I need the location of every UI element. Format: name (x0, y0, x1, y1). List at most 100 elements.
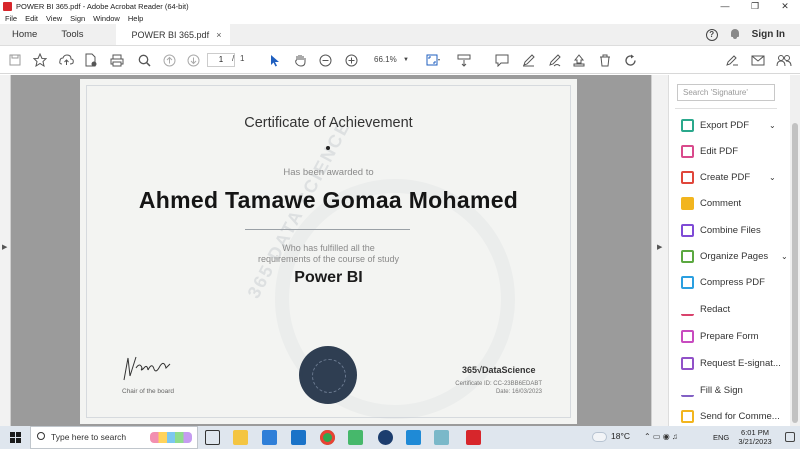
sign-in-button[interactable]: Sign In (752, 29, 785, 40)
tool-label: Export PDF (700, 119, 750, 131)
tool-organize-pages[interactable]: Organize Pages ⌄ (681, 248, 791, 264)
window-controls: — ❐ ✕ (710, 0, 800, 13)
email-icon[interactable] (750, 52, 766, 68)
input-language[interactable]: ENG (713, 433, 729, 442)
tab-tools[interactable]: Tools (49, 24, 95, 45)
menu-window[interactable]: Window (93, 14, 120, 23)
temperature[interactable]: 18°C (611, 431, 630, 441)
upload-cloud-icon[interactable] (58, 52, 74, 68)
taskbar-search-input[interactable]: Type here to search (30, 426, 198, 449)
app-icon-3[interactable] (434, 430, 449, 445)
menu-edit[interactable]: Edit (25, 14, 38, 23)
send-for-comments-icon (681, 409, 694, 423)
link-edit-icon[interactable] (724, 52, 740, 68)
maximize-button[interactable]: ❐ (740, 0, 770, 13)
app-icon-2[interactable] (378, 430, 393, 445)
awarded-text: Has been awarded to (283, 167, 374, 178)
tool-request-esignature[interactable]: Request E-signat... (681, 355, 791, 371)
close-window-button[interactable]: ✕ (770, 0, 800, 13)
menu-bar: File Edit View Sign Window Help (0, 13, 800, 24)
certificate-title: Certificate of Achievement (244, 115, 413, 131)
chevron-down-icon[interactable]: ⌄ (781, 252, 788, 261)
app-icon[interactable] (348, 430, 363, 445)
bookmark-star-icon[interactable] (33, 52, 47, 68)
menu-view[interactable]: View (46, 14, 62, 23)
create-pdf-icon[interactable] (84, 52, 98, 68)
comment-icon (681, 196, 694, 210)
tool-prepare-form[interactable]: Prepare Form (681, 328, 791, 344)
page-display-icon[interactable] (456, 52, 472, 68)
course-name: Power BI (294, 269, 363, 286)
windows-start-icon[interactable] (10, 432, 21, 443)
comment-icon[interactable] (494, 52, 510, 68)
file-explorer-icon[interactable] (233, 430, 248, 445)
menu-sign[interactable]: Sign (70, 14, 85, 23)
tool-send-for-comments[interactable]: Send for Comme... (681, 408, 791, 424)
chevron-down-icon[interactable]: ⌄ (769, 121, 776, 130)
help-icon[interactable]: ? (705, 28, 718, 41)
fulfilled-line-1: Who has fulfilled all the (282, 243, 375, 253)
tools-panel-scrollbar[interactable] (790, 75, 800, 426)
tools-search-input[interactable]: Search 'Signature' (677, 84, 775, 101)
hand-tool-icon[interactable] (292, 52, 308, 68)
title-dot (326, 146, 330, 150)
tool-comment[interactable]: Comment (681, 195, 791, 211)
notification-center-icon[interactable] (785, 432, 795, 442)
acrobat-app-icon (3, 2, 12, 11)
task-view-icon[interactable] (205, 430, 220, 445)
system-tray-icons[interactable]: ⌃ ▭ ◉ ♫ (644, 432, 678, 441)
brand-logo: 365√DataScience (462, 365, 536, 375)
tool-label: Edit PDF (700, 145, 739, 157)
print-icon[interactable] (109, 52, 125, 68)
page-number-input[interactable]: 1 (207, 53, 235, 67)
request-esignature-icon (681, 356, 694, 370)
microsoft-store-icon[interactable] (262, 430, 277, 445)
clock[interactable]: 6:01 PM 3/21/2023 (735, 428, 775, 446)
tool-export-pdf[interactable]: Export PDF ⌄ (681, 117, 791, 133)
tool-combine-files[interactable]: Combine Files (681, 222, 791, 238)
search-icon[interactable] (136, 52, 152, 68)
zoom-level-select[interactable]: 66.1% ▼ (368, 53, 412, 67)
draw-icon[interactable] (546, 52, 562, 68)
tab-home[interactable]: Home (0, 24, 49, 45)
chrome-icon[interactable] (320, 430, 335, 445)
tool-fill-sign[interactable]: Fill & Sign (681, 382, 791, 398)
select-cursor-icon[interactable] (268, 52, 282, 68)
zoom-in-icon[interactable] (344, 52, 358, 68)
taskbar-search-placeholder: Type here to search (51, 432, 127, 442)
minimize-button[interactable]: — (710, 0, 740, 13)
rotate-icon[interactable] (622, 52, 638, 68)
collapse-right-panel-icon[interactable]: ▶ (657, 243, 662, 251)
save-icon[interactable] (8, 52, 22, 68)
expand-left-panel-icon[interactable]: ▶ (2, 243, 7, 251)
menu-file[interactable]: File (5, 14, 17, 23)
previous-page-icon[interactable] (162, 52, 176, 68)
zoom-out-icon[interactable] (318, 52, 332, 68)
scrollbar-thumb[interactable] (792, 123, 798, 423)
right-panel-toggle[interactable]: ▶ (651, 75, 668, 426)
close-tab-icon[interactable]: × (216, 24, 221, 46)
tool-label: Request E-signat... (700, 357, 781, 369)
tool-redact[interactable]: Redact (681, 301, 791, 317)
highlight-pen-icon[interactable] (520, 52, 536, 68)
share-users-icon[interactable] (775, 52, 793, 68)
zoom-level-value: 66.1% (374, 55, 397, 64)
menu-help[interactable]: Help (128, 14, 143, 23)
left-panel-collapsed[interactable]: ▶ (0, 75, 11, 426)
tool-create-pdf[interactable]: Create PDF ⌄ (681, 169, 791, 185)
tab-document[interactable]: POWER BI 365.pdf × (115, 24, 230, 46)
notification-bell-icon[interactable] (730, 29, 740, 40)
chevron-down-icon[interactable]: ⌄ (769, 173, 776, 182)
next-page-icon[interactable] (186, 52, 200, 68)
vscode-icon[interactable] (406, 430, 421, 445)
signature-image (123, 356, 171, 381)
fit-page-icon[interactable] (424, 52, 444, 68)
delete-icon[interactable] (597, 52, 613, 68)
acrobat-taskbar-icon[interactable] (466, 430, 481, 445)
stamp-icon[interactable] (571, 52, 587, 68)
search-icon (37, 432, 45, 440)
tool-compress-pdf[interactable]: Compress PDF (681, 274, 791, 290)
mail-icon[interactable] (291, 430, 306, 445)
tool-edit-pdf[interactable]: Edit PDF (681, 143, 791, 159)
prepare-form-icon (681, 329, 694, 343)
